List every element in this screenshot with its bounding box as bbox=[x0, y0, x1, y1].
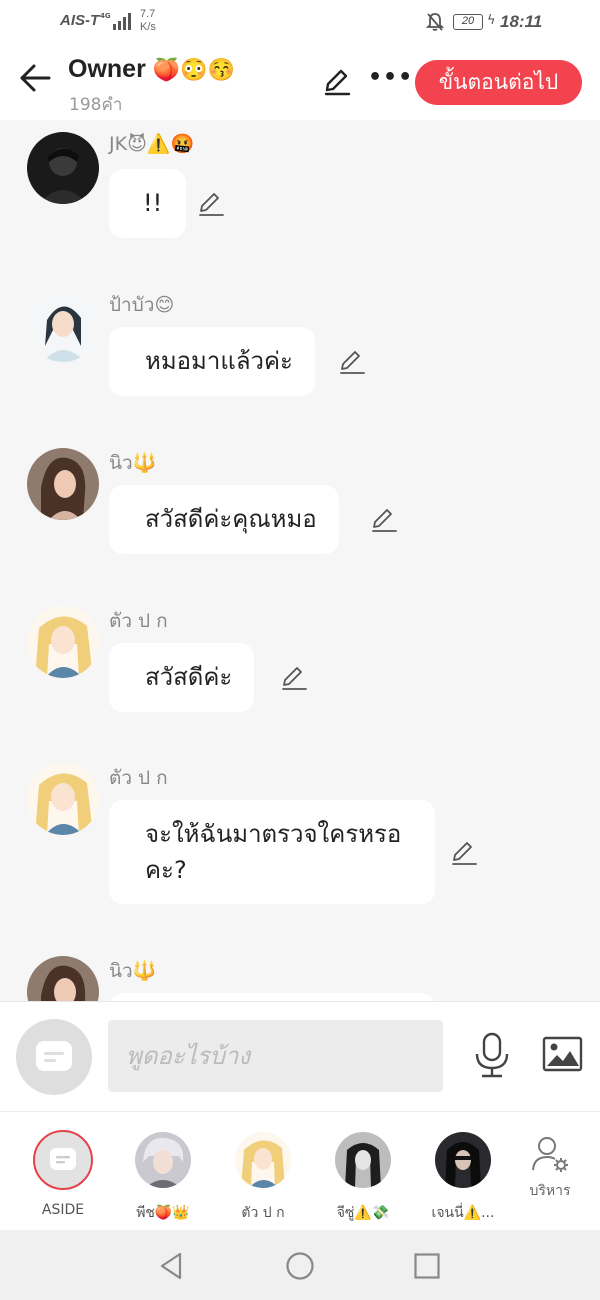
image-upload-icon[interactable] bbox=[542, 1036, 583, 1072]
message-bubble[interactable]: !! bbox=[109, 169, 187, 238]
character-jisoo[interactable]: จีซู่⚠️💸 bbox=[323, 1132, 403, 1224]
manage-characters-button[interactable]: บริหาร bbox=[522, 1134, 578, 1202]
signal-icon bbox=[113, 13, 131, 30]
avatar[interactable] bbox=[27, 606, 99, 678]
page-title: Owner 🍑😳😚 bbox=[68, 55, 235, 84]
edit-message-icon[interactable] bbox=[197, 190, 225, 218]
nav-recents-icon[interactable] bbox=[413, 1252, 441, 1280]
avatar[interactable] bbox=[27, 956, 99, 1001]
speed-unit: K/s bbox=[140, 21, 156, 33]
character-label: ASIDE bbox=[41, 1202, 85, 1218]
edit-message-icon[interactable] bbox=[370, 506, 398, 534]
network-type: 4G bbox=[100, 12, 111, 20]
character-label: ตัว ป ก bbox=[241, 1205, 285, 1221]
carrier-label: AIS-T bbox=[60, 12, 100, 29]
sender-name: นิว🔱 bbox=[109, 452, 157, 474]
sender-name: ตัว ป ก bbox=[109, 767, 168, 789]
title-emoji: 🍑😳😚 bbox=[152, 57, 235, 82]
character-peach[interactable]: พีช🍑👑 bbox=[123, 1132, 203, 1224]
user-settings-icon bbox=[532, 1137, 568, 1172]
back-arrow-icon[interactable] bbox=[18, 63, 52, 93]
avatar bbox=[335, 1132, 391, 1188]
edit-message-icon[interactable] bbox=[450, 839, 478, 867]
title-text: Owner bbox=[68, 55, 146, 83]
message-bubble[interactable] bbox=[109, 993, 435, 1001]
character-aside[interactable]: ASIDE bbox=[23, 1130, 103, 1218]
chat-bubble-icon bbox=[36, 1041, 72, 1071]
sender-name: นิว🔱 bbox=[109, 960, 157, 982]
avatar bbox=[235, 1132, 291, 1188]
sender-name: ป้าบัว😊 bbox=[109, 294, 175, 316]
charging-icon: ϟ bbox=[487, 13, 496, 28]
more-options-icon[interactable]: ••• bbox=[368, 65, 413, 90]
speed-value: 7.7 bbox=[140, 8, 156, 20]
battery-indicator: 20 bbox=[453, 14, 483, 30]
message-input[interactable]: พูดอะไรบ้าง bbox=[108, 1020, 443, 1092]
message-bubble[interactable]: จะให้ฉันมาตรวจใครหรอคะ? bbox=[109, 800, 435, 904]
character-label: จีซู่⚠️💸 bbox=[336, 1205, 390, 1221]
chat-header: Owner 🍑😳😚 198คำ ••• ขั้นตอนต่อไป bbox=[0, 45, 600, 120]
sender-name: JK😈⚠️🤬 bbox=[109, 133, 195, 155]
edit-message-icon[interactable] bbox=[338, 348, 366, 376]
character-label: เจนนี่⚠️... bbox=[431, 1205, 495, 1221]
manage-label: บริหาร bbox=[529, 1183, 571, 1199]
nav-back-icon[interactable] bbox=[158, 1251, 184, 1281]
character-protagonist[interactable]: ตัว ป ก bbox=[223, 1132, 303, 1224]
status-bar: AIS-T 4G 7.7 K/s 20 ϟ 18:11 bbox=[0, 0, 600, 45]
message-composer: พูดอะไรบ้าง bbox=[0, 1001, 600, 1111]
nav-home-icon[interactable] bbox=[285, 1251, 315, 1281]
avatar[interactable] bbox=[27, 132, 99, 204]
next-step-button[interactable]: ขั้นตอนต่อไป bbox=[415, 60, 582, 105]
message-bubble[interactable]: สวัสดีค่ะ bbox=[109, 643, 255, 712]
avatar bbox=[135, 1132, 191, 1188]
chat-area[interactable]: JK😈⚠️🤬 !! ป้าบัว😊 หมอมาแล้วค่ะ นิว🔱 สวัส… bbox=[0, 120, 600, 1001]
edit-message-icon[interactable] bbox=[280, 664, 308, 692]
sender-name: ตัว ป ก bbox=[109, 610, 168, 632]
character-jennie[interactable]: เจนนี่⚠️... bbox=[423, 1132, 503, 1224]
edit-title-icon[interactable] bbox=[322, 67, 352, 97]
message-bubble[interactable]: สวัสดีค่ะคุณหมอ bbox=[109, 485, 339, 554]
character-bar: ASIDE พีช🍑👑 ตัว ป ก จีซู่⚠️💸 เจนนี่⚠️... bbox=[0, 1111, 600, 1230]
network-speed: 7.7 K/s bbox=[140, 8, 156, 34]
aside-avatar bbox=[33, 1130, 93, 1190]
avatar[interactable] bbox=[27, 448, 99, 520]
avatar[interactable] bbox=[27, 290, 99, 362]
system-nav-bar bbox=[0, 1230, 600, 1300]
word-count: 198คำ bbox=[69, 95, 123, 115]
avatar[interactable] bbox=[27, 763, 99, 835]
character-label: พีช🍑👑 bbox=[136, 1205, 190, 1221]
microphone-icon[interactable] bbox=[472, 1032, 512, 1078]
aside-toggle-button[interactable] bbox=[16, 1019, 92, 1095]
avatar bbox=[435, 1132, 491, 1188]
muted-bell-icon bbox=[426, 13, 444, 31]
message-bubble[interactable]: หมอมาแล้วค่ะ bbox=[109, 327, 315, 396]
chat-bubble-icon bbox=[50, 1148, 76, 1170]
clock: 18:11 bbox=[500, 12, 543, 31]
